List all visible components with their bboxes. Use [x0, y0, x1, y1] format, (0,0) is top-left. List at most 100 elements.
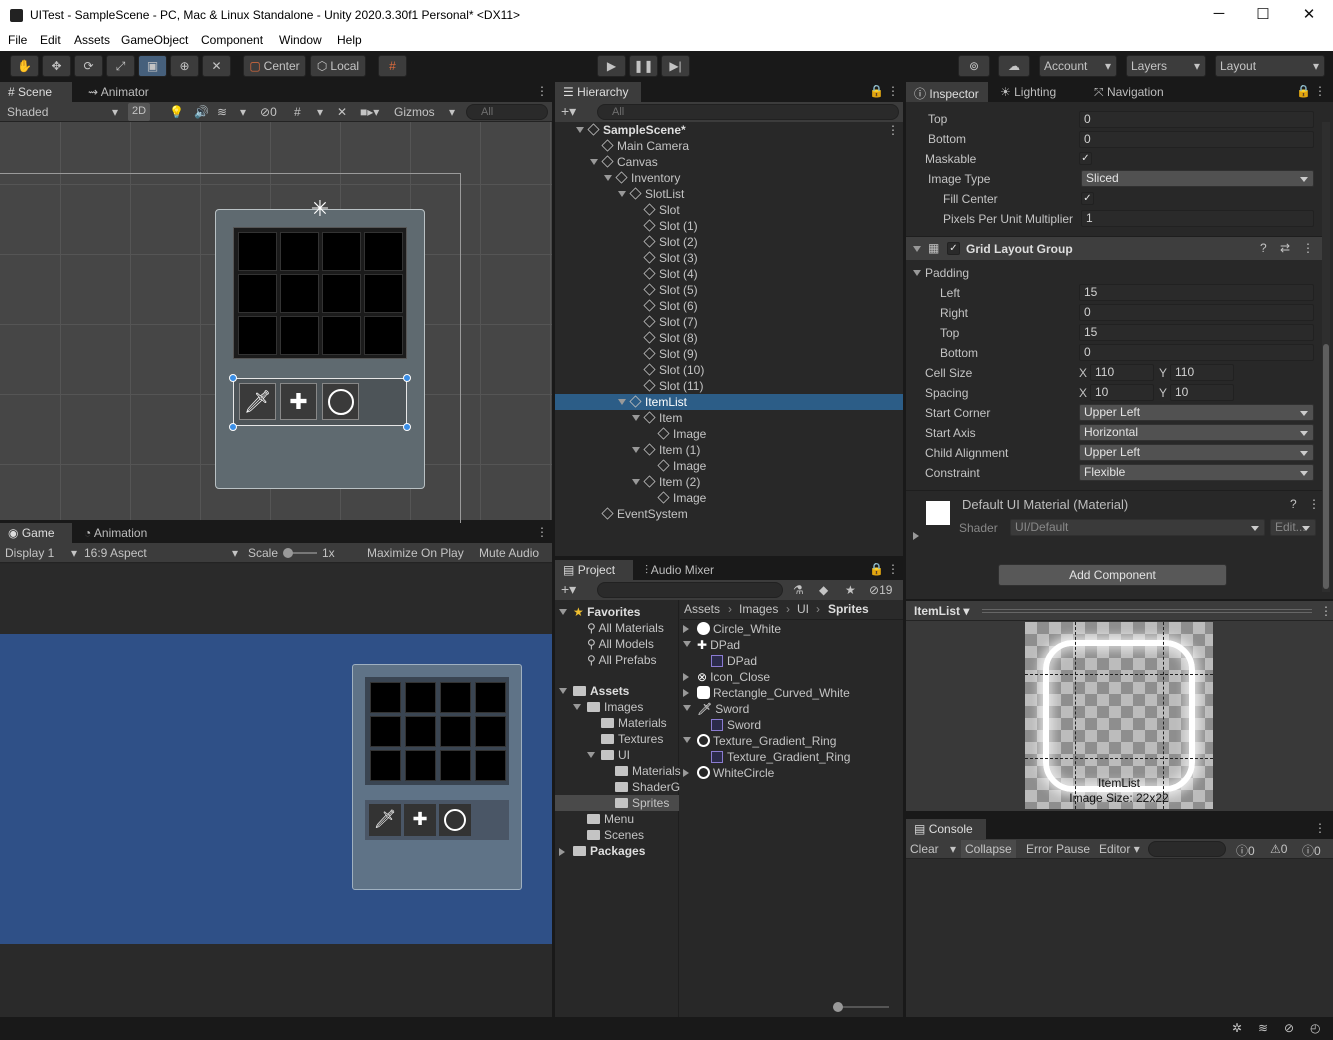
error-filter-toggle[interactable]: ⓘ0 [1298, 840, 1325, 858]
tab-navigation[interactable]: ⤧ Navigation [1086, 82, 1172, 102]
help-icon[interactable]: ? [1290, 497, 1297, 511]
menu-component[interactable]: Component [201, 33, 263, 47]
slot[interactable] [280, 232, 319, 271]
slot[interactable] [322, 274, 361, 313]
spacing-x-field[interactable]: 10 [1090, 384, 1154, 401]
slot[interactable] [322, 316, 361, 355]
layers-stack-icon[interactable]: ≋ [1258, 1021, 1268, 1035]
padding-foldout[interactable]: Padding [913, 265, 969, 281]
gizmos-dropdown[interactable]: Gizmos ▾ [390, 103, 458, 121]
refresh-icon[interactable]: ◴ [1310, 1021, 1320, 1035]
chevron-down-icon[interactable]: ▾ [236, 103, 250, 121]
kebab-menu-icon[interactable]: ⋮ [1302, 241, 1314, 255]
display-dropdown[interactable]: Display 1 ▾ [1, 544, 79, 562]
slot[interactable] [364, 232, 403, 271]
chevron-down-icon[interactable] [618, 399, 626, 405]
asset-item[interactable]: Circle_White [680, 621, 903, 637]
project-tree-item[interactable]: Materials [555, 715, 679, 731]
hierarchy-item[interactable]: Slot (8) [555, 330, 903, 346]
lighting-toggle-icon[interactable]: 💡 [165, 103, 188, 121]
asset-item[interactable]: ⊗ Icon_Close [680, 669, 903, 685]
hierarchy-item[interactable]: Slot (11) [555, 378, 903, 394]
rect-handle[interactable] [229, 423, 237, 431]
hierarchy-item[interactable]: Image [555, 490, 903, 506]
auto-generate-icon[interactable]: ⊘ [1284, 1021, 1294, 1035]
layers-dropdown[interactable]: Layers ▾ [1126, 55, 1206, 77]
start-corner-dropdown[interactable]: Upper Left [1079, 404, 1314, 421]
chevron-down-icon[interactable] [573, 704, 581, 710]
rect-tool-icon[interactable]: ▣ [138, 55, 167, 77]
kebab-menu-icon[interactable]: ⋮ [536, 525, 548, 539]
chevron-right-icon[interactable] [683, 673, 689, 681]
transform-tool-icon[interactable]: ⊕ [170, 55, 199, 77]
rotate-tool-icon[interactable]: ⟳ [74, 55, 103, 77]
inventory-panel[interactable]: 🗡 ✚ ✳ [215, 196, 425, 489]
slot[interactable] [280, 274, 319, 313]
hierarchy-item[interactable]: Slot (9) [555, 346, 903, 362]
asset-item[interactable]: 🗡 Sword [680, 701, 903, 717]
kebab-menu-icon[interactable]: ⋮ [1320, 604, 1332, 618]
tab-scene[interactable]: # Scene [0, 82, 72, 102]
asset-item[interactable]: ✚ DPad [680, 637, 903, 653]
grid-snap-icon[interactable]: # [378, 55, 407, 77]
menu-file[interactable]: File [8, 33, 27, 47]
chevron-down-icon[interactable] [559, 609, 567, 615]
lock-icon[interactable]: 🔒 [1296, 84, 1311, 98]
project-tree-item[interactable]: Scenes [555, 827, 679, 843]
project-tree-item[interactable]: Sprites [555, 795, 679, 811]
custom-tool-icon[interactable]: ✕ [202, 55, 231, 77]
hierarchy-item[interactable]: EventSystem [555, 506, 903, 522]
rect-handle[interactable] [229, 374, 237, 382]
icon-size-slider[interactable] [833, 1002, 889, 1012]
effects-toggle-icon[interactable]: ≋ [213, 103, 231, 121]
move-tool-icon[interactable]: ✥ [42, 55, 71, 77]
cloud-icon[interactable]: ☁ [998, 55, 1030, 77]
error-pause-toggle[interactable]: Error Pause [1022, 840, 1094, 858]
child-alignment-dropdown[interactable]: Upper Left [1079, 444, 1314, 461]
asset-item[interactable]: Rectangle_Curved_White [680, 685, 903, 701]
menu-help[interactable]: Help [337, 33, 362, 47]
hierarchy-search-input[interactable]: All [597, 104, 899, 120]
padding-right-field[interactable]: 0 [1079, 304, 1314, 321]
preview-title-dropdown[interactable]: ItemList ▾ [914, 604, 969, 618]
tab-audio-mixer[interactable]: ⫶ Audio Mixer [637, 560, 722, 580]
presets-icon[interactable]: ⇄ [1280, 241, 1290, 255]
help-icon[interactable]: ? [1260, 241, 1267, 255]
add-component-button[interactable]: Add Component [998, 564, 1227, 586]
aspect-dropdown[interactable]: 16:9 Aspect ▾ [80, 544, 240, 562]
kebab-menu-icon[interactable]: ⋮ [887, 122, 899, 138]
menu-assets[interactable]: Assets [74, 33, 110, 47]
preview-drag-handle[interactable] [982, 609, 1312, 613]
editor-dropdown[interactable]: Editor ▾ [1095, 840, 1144, 858]
collapse-toggle[interactable]: Collapse [961, 840, 1016, 858]
chevron-down-icon[interactable] [587, 752, 595, 758]
bottom-field[interactable]: 0 [1079, 131, 1314, 148]
chevron-down-icon[interactable] [604, 175, 612, 181]
project-tree-item[interactable]: Images [555, 699, 679, 715]
project-tree-item[interactable]: Textures [555, 731, 679, 747]
console-search-input[interactable] [1148, 841, 1226, 857]
warning-filter-toggle[interactable]: ⚠0 [1266, 840, 1291, 858]
project-tree-item[interactable]: ⚲ All Models [555, 636, 679, 652]
slot[interactable] [238, 316, 277, 355]
shader-dropdown[interactable]: UI/Default [1010, 519, 1265, 536]
inspector-scroll-thumb[interactable] [1323, 344, 1329, 589]
hierarchy-item[interactable]: Slot (4) [555, 266, 903, 282]
hierarchy-item[interactable]: Inventory [555, 170, 903, 186]
kebab-menu-icon[interactable]: ⋮ [1308, 497, 1320, 511]
create-plus-icon[interactable]: +▾ [557, 581, 580, 599]
console-log-area[interactable] [906, 859, 1333, 1017]
tab-hierarchy[interactable]: ☰ Hierarchy [555, 82, 641, 102]
kebab-menu-icon[interactable]: ⋮ [536, 84, 548, 98]
project-search-input[interactable] [597, 582, 783, 598]
hidden-packages-button[interactable]: ⊘19 [865, 581, 896, 599]
maximize-on-play-toggle[interactable]: Maximize On Play [363, 544, 468, 562]
project-tree-item[interactable]: Packages [555, 843, 679, 859]
hierarchy-item[interactable]: Slot (3) [555, 250, 903, 266]
hierarchy-item[interactable]: Item (2) [555, 474, 903, 490]
account-dropdown[interactable]: Account ▾ [1039, 55, 1117, 77]
project-tree-item[interactable]: UI [555, 747, 679, 763]
chevron-down-icon[interactable] [632, 415, 640, 421]
collab-icon[interactable]: ⊚ [958, 55, 990, 77]
tab-animator[interactable]: ⇝ Animator [80, 82, 157, 102]
